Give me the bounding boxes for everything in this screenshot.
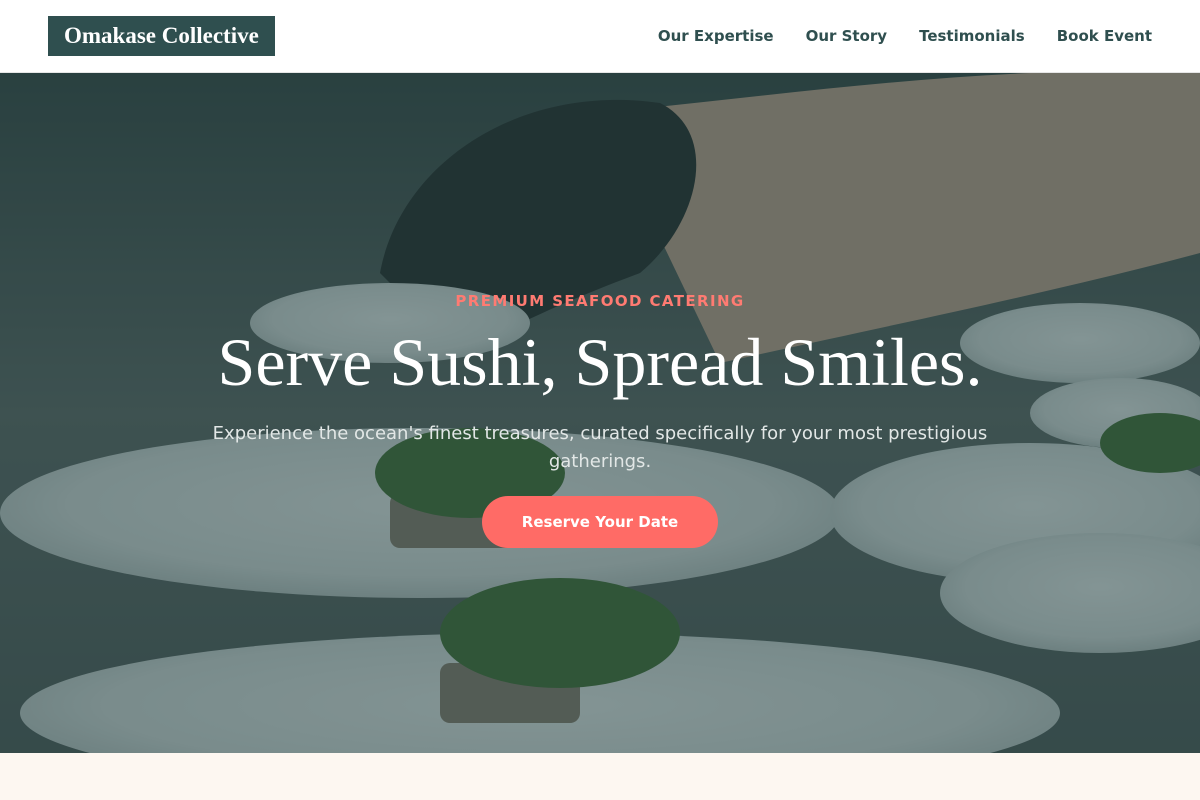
hero-content: PREMIUM SEAFOOD CATERING Serve Sushi, Sp… <box>0 73 1200 753</box>
brand-logo[interactable]: Omakase Collective <box>48 16 275 56</box>
nav-link-our-expertise[interactable]: Our Expertise <box>658 27 774 45</box>
hero-subtitle: Experience the ocean's finest treasures,… <box>212 423 988 472</box>
hero-section: PREMIUM SEAFOOD CATERING Serve Sushi, Sp… <box>0 73 1200 753</box>
next-section <box>0 753 1200 800</box>
reserve-date-button[interactable]: Reserve Your Date <box>481 496 719 548</box>
site-header: Omakase Collective Our Expertise Our Sto… <box>0 0 1200 73</box>
main-nav: Our Expertise Our Story Testimonials Boo… <box>658 27 1152 45</box>
nav-link-our-story[interactable]: Our Story <box>806 27 888 45</box>
nav-link-book-event[interactable]: Book Event <box>1057 27 1152 45</box>
nav-link-testimonials[interactable]: Testimonials <box>919 27 1025 45</box>
hero-eyebrow: PREMIUM SEAFOOD CATERING <box>455 292 745 310</box>
hero-title: Serve Sushi, Spread Smiles. <box>217 324 983 400</box>
